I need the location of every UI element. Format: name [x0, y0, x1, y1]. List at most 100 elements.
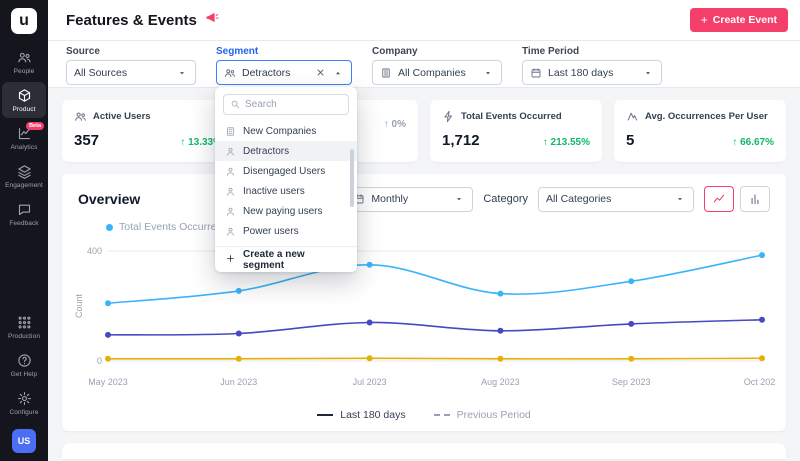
sidebar-item-label: Feedback	[9, 220, 39, 227]
legend-item-total-events-occurred[interactable]: Total Events Occurred	[106, 221, 222, 233]
sidebar-item-label: People	[13, 68, 35, 75]
segment-option-new-companies[interactable]: New Companies	[215, 121, 357, 141]
stat-label: Active Users	[93, 111, 151, 122]
sidebar-item-engagement[interactable]: Engagement	[2, 158, 46, 194]
option-label: New Companies	[243, 125, 317, 137]
search-icon	[231, 100, 240, 108]
building-icon	[382, 68, 390, 77]
clear-icon	[317, 69, 324, 76]
caret-down-icon	[457, 198, 462, 201]
interval-select[interactable]: Monthly	[345, 186, 474, 212]
source-select[interactable]: All Sources	[66, 60, 196, 85]
segment-option-inactive-users[interactable]: Inactive users	[215, 181, 357, 201]
sidebar-item-configure[interactable]: Configure	[2, 385, 46, 421]
stat-card-bottom: 357 ↑ 13.33%	[74, 132, 222, 149]
sidebar: u People Product Beta Analytics Engagement Fe…	[0, 0, 48, 461]
select-value: Last 180 days	[548, 66, 614, 79]
option-label: Inactive users	[243, 185, 305, 197]
plus-icon	[227, 254, 234, 262]
arrow-up-icon: ↑	[732, 137, 738, 148]
bar-chart-toggle[interactable]	[740, 186, 770, 212]
top-bar: Features & Events + Create Event	[48, 0, 800, 41]
plus-icon: +	[700, 13, 708, 27]
content: Active Users 357 ↑ 13.33% ↑ 0% Total Events …	[48, 88, 800, 461]
sidebar-nav: People Product Beta Analytics Engagement Feed…	[0, 44, 48, 232]
bar-chart-icon	[751, 194, 759, 205]
main-area: Features & Events + Create Event Source A…	[48, 0, 800, 461]
app-logo[interactable]: u	[11, 8, 37, 34]
segment-search[interactable]	[223, 94, 349, 115]
line-sample	[317, 414, 334, 416]
megaphone-icon	[206, 12, 219, 23]
segment-option-power-users[interactable]: Power users	[215, 221, 357, 241]
svg-text:Jul 2023: Jul 2023	[353, 377, 387, 387]
create-segment-option[interactable]: Create a new segment	[215, 246, 357, 272]
stat-change: ↑ 0%	[383, 119, 406, 130]
filter-time-period: Time Period Last 180 days	[522, 46, 662, 87]
stat-label: Avg. Occurrences Per User	[645, 111, 768, 122]
stat-card-top: Avg. Occurrences Per User	[626, 110, 774, 123]
sidebar-item-people[interactable]: People	[2, 44, 46, 80]
page-title: Features & Events	[66, 11, 197, 29]
user-icon	[227, 147, 234, 156]
app-window: u People Product Beta Analytics Engagement Fe…	[0, 0, 800, 461]
user-icon	[227, 227, 234, 236]
sidebar-item-label: Configure	[9, 409, 39, 416]
sidebar-item-analytics[interactable]: Beta Analytics	[2, 120, 46, 156]
sidebar-item-label: Product	[12, 106, 36, 113]
legend-dot	[106, 223, 113, 231]
select-value: Monthly	[371, 193, 409, 205]
caret-down-icon	[486, 71, 490, 74]
arrow-up-icon: ↑	[180, 137, 186, 148]
stat-value: 357	[74, 132, 100, 149]
period-legend-solid: Last 180 days	[317, 409, 406, 421]
overview-chart: 0 400 Count May 2023 Jun 2023 Jul 2023 Aug 202…	[74, 246, 776, 387]
stat-card-top: Total Events Occurred	[442, 110, 590, 123]
announcement-icon-wrap	[197, 10, 219, 30]
calendar-icon	[531, 67, 541, 77]
segment-option-new-paying-users[interactable]: New paying users	[215, 201, 357, 221]
stat-value: 1,712	[442, 132, 480, 149]
segment-search-input[interactable]	[245, 99, 342, 110]
sidebar-item-product[interactable]: Product	[2, 82, 46, 118]
select-value: All Categories	[546, 193, 612, 205]
box-icon	[18, 89, 30, 102]
segment-select[interactable]: Detractors	[216, 60, 352, 85]
caret-up-icon	[336, 71, 340, 74]
line-chart-toggle[interactable]	[704, 186, 734, 212]
stat-change: ↑ 66.67%	[732, 137, 774, 148]
svg-text:Count: Count	[74, 294, 84, 319]
sidebar-item-feedback[interactable]: Feedback	[2, 196, 46, 232]
dropdown-scrollbar[interactable]	[350, 149, 354, 207]
create-event-button[interactable]: + Create Event	[689, 8, 788, 32]
option-label: Power users	[243, 225, 299, 237]
overview-title: Overview	[78, 191, 141, 207]
next-section-card	[62, 443, 786, 459]
filter-label: Company	[372, 46, 418, 57]
stat-card-active-users: Active Users 357 ↑ 13.33%	[62, 100, 234, 162]
svg-text:400: 400	[87, 246, 102, 256]
svg-text:May 2023: May 2023	[88, 377, 128, 387]
filter-label: Segment	[216, 46, 259, 57]
line-sample	[433, 414, 450, 416]
option-label: New paying users	[243, 205, 323, 217]
user-avatar[interactable]: US	[12, 429, 36, 453]
help-icon	[17, 354, 31, 367]
segment-option-disengaged-users[interactable]: Disengaged Users	[215, 161, 357, 181]
stat-change: ↑ 213.55%	[542, 137, 590, 148]
segment-dropdown-panel: New Companies Detractors Disengaged Users I…	[215, 87, 357, 272]
sidebar-item-label: Get Help	[10, 371, 38, 378]
svg-text:Oct 2023: Oct 2023	[744, 377, 776, 387]
company-select[interactable]: All Companies	[372, 60, 502, 85]
stat-card-avg-occurrences-per-user: Avg. Occurrences Per User 5 ↑ 66.67%	[614, 100, 786, 162]
time-period-select[interactable]: Last 180 days	[522, 60, 662, 85]
svg-text:Jun 2023: Jun 2023	[220, 377, 257, 387]
category-select[interactable]: All Categories	[538, 186, 694, 212]
option-label: Disengaged Users	[243, 165, 326, 177]
sidebar-item-get-help[interactable]: Get Help	[2, 347, 46, 383]
user-icon	[227, 187, 234, 196]
segment-option-detractors[interactable]: Detractors	[215, 141, 357, 161]
chart-type-toggles	[704, 186, 770, 212]
sidebar-item-production[interactable]: Production	[2, 309, 46, 345]
filter-label: Source	[66, 46, 100, 57]
